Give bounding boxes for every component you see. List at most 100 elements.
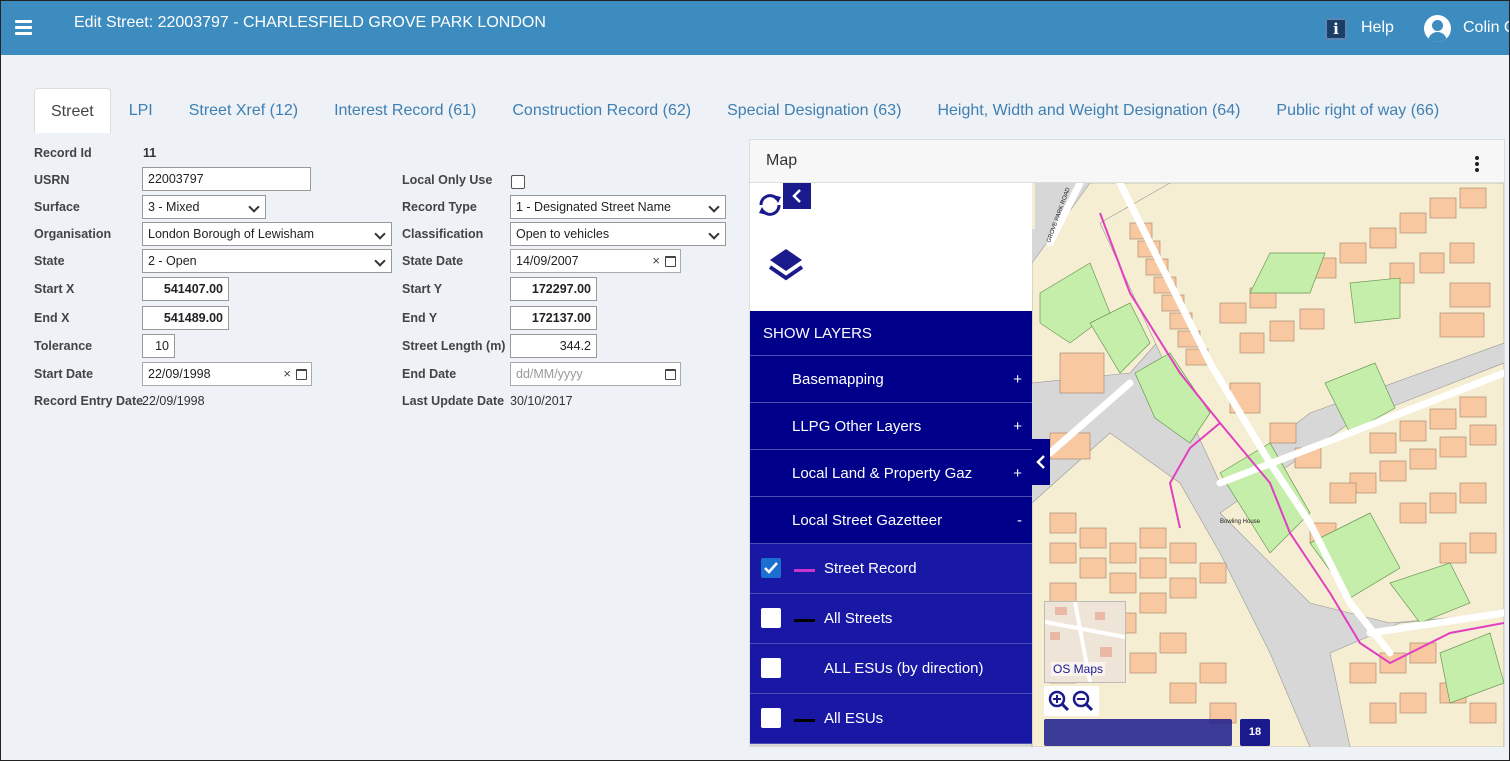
tab-public-right-of-way[interactable]: Public right of way (66) <box>1258 88 1457 133</box>
chevron-down-icon <box>708 201 720 213</box>
state-date-picker[interactable]: 14/09/2007 × <box>510 249 681 273</box>
tolerance-label: Tolerance <box>34 339 93 353</box>
tab-height-width-weight[interactable]: Height, Width and Weight Designation (64… <box>919 88 1258 133</box>
organisation-select[interactable]: London Borough of Lewisham <box>142 222 392 246</box>
layer-label: Street Record <box>824 560 917 577</box>
map-canvas[interactable]: GROVE PARK ROAD Bowling House SHOW LAYER… <box>750 183 1504 747</box>
last-update-date-label: Last Update Date <box>402 394 505 408</box>
scale-bar <box>1044 719 1232 746</box>
user-name[interactable]: Colin C <box>1463 19 1509 37</box>
zoom-in-icon[interactable] <box>1048 690 1070 712</box>
map-title: Map <box>766 152 798 169</box>
layer-label: All ESUs <box>824 710 884 727</box>
surface-select[interactable]: 3 - Mixed <box>142 195 266 219</box>
tab-construction-record[interactable]: Construction Record (62) <box>494 88 709 133</box>
map-header: Map <box>750 140 1504 183</box>
classification-value: Open to vehicles <box>516 227 610 241</box>
top-bar: Edit Street: 22003797 - CHARLESFIELD GRO… <box>1 1 1509 55</box>
layer-swatch <box>794 719 815 722</box>
info-icon[interactable]: i <box>1325 18 1347 40</box>
record-entry-date-label: Record Entry Date <box>34 394 144 408</box>
user-avatar-icon[interactable] <box>1424 15 1451 42</box>
layers-icon[interactable] <box>766 245 806 285</box>
show-layers-header[interactable]: SHOW LAYERS <box>750 311 1032 356</box>
end-date-picker[interactable]: dd/MM/yyyy <box>510 362 681 386</box>
organisation-label: Organisation <box>34 227 112 241</box>
collapse-icon[interactable]: - <box>1017 512 1022 529</box>
layer-group-label: Local Street Gazetteer <box>792 512 943 529</box>
local-only-use-checkbox[interactable] <box>511 175 525 189</box>
layer-street-record[interactable]: Street Record <box>750 544 1032 594</box>
organisation-value: London Borough of Lewisham <box>148 227 315 241</box>
layer-all-esus[interactable]: All ESUs <box>750 694 1032 744</box>
state-date-value: 14/09/2007 <box>516 254 579 268</box>
tab-street[interactable]: Street <box>34 88 111 133</box>
street-length-input[interactable]: 344.2 <box>510 334 597 358</box>
record-type-select[interactable]: 1 - Designated Street Name <box>510 195 726 219</box>
collapse-toolbar-button[interactable] <box>783 183 811 209</box>
end-x-input[interactable]: 541489.00 <box>142 306 229 330</box>
menu-icon[interactable] <box>15 20 32 38</box>
layer-all-esus-direction[interactable]: ALL ESUs (by direction) <box>750 644 1032 694</box>
map-building-label: Bowling House <box>1220 519 1261 525</box>
local-only-use-label: Local Only Use <box>402 173 493 187</box>
classification-select[interactable]: Open to vehicles <box>510 222 726 246</box>
chevron-down-icon <box>374 255 386 267</box>
show-layers-label: SHOW LAYERS <box>763 325 872 342</box>
clear-icon[interactable]: × <box>283 363 291 385</box>
tab-street-xref[interactable]: Street Xref (12) <box>171 88 316 133</box>
layer-group-llpg-other[interactable]: LLPG Other Layers + <box>750 403 1032 450</box>
last-update-date-value: 30/10/2017 <box>510 394 573 408</box>
chevron-down-icon <box>248 201 260 213</box>
layer-checkbox[interactable] <box>761 708 781 728</box>
state-value: 2 - Open <box>148 254 197 268</box>
help-link[interactable]: Help <box>1361 19 1394 37</box>
classification-label: Classification <box>402 227 484 241</box>
state-label: State <box>34 254 65 268</box>
layer-all-streets[interactable]: All Streets <box>750 594 1032 644</box>
record-tabs: Street LPI Street Xref (12) Interest Rec… <box>34 88 1457 133</box>
usrn-label: USRN <box>34 173 70 187</box>
usrn-input[interactable]: 22003797 <box>142 167 311 191</box>
layer-list: SHOW LAYERS Basemapping + LLPG Other Lay… <box>750 311 1032 744</box>
tab-interest-record[interactable]: Interest Record (61) <box>316 88 494 133</box>
start-date-value: 22/09/1998 <box>148 367 211 381</box>
chevron-left-icon <box>792 189 801 203</box>
start-date-label: Start Date <box>34 367 94 381</box>
end-y-input[interactable]: 172137.00 <box>510 306 597 330</box>
zoom-out-icon[interactable] <box>1072 690 1094 712</box>
layer-panel-header <box>750 183 1032 311</box>
basemap-switcher[interactable]: OS Maps <box>1044 601 1126 683</box>
start-x-input[interactable]: 541407.00 <box>142 277 229 301</box>
start-x-label: Start X <box>34 282 75 296</box>
map-panel: Map GROVE PARK ROAD Bowling House SHOW L… <box>749 139 1505 747</box>
more-options-icon[interactable] <box>1475 156 1479 174</box>
zoom-level-badge: 18 <box>1240 719 1270 746</box>
record-type-value: 1 - Designated Street Name <box>516 200 671 214</box>
layer-group-local-land-property[interactable]: Local Land & Property Gaz + <box>750 450 1032 497</box>
tab-special-designation[interactable]: Special Designation (63) <box>709 88 919 133</box>
layer-swatch <box>794 569 815 572</box>
calendar-icon[interactable] <box>665 256 676 267</box>
record-entry-date-value: 22/09/1998 <box>142 394 205 408</box>
layer-group-basemapping[interactable]: Basemapping + <box>750 356 1032 403</box>
expand-icon[interactable]: + <box>1013 371 1022 388</box>
expand-icon[interactable]: + <box>1013 465 1022 482</box>
tab-lpi[interactable]: LPI <box>111 88 171 133</box>
refresh-icon[interactable] <box>756 191 784 219</box>
clear-icon[interactable]: × <box>652 250 660 272</box>
start-y-input[interactable]: 172297.00 <box>510 277 597 301</box>
layer-checkbox[interactable] <box>761 608 781 628</box>
calendar-icon[interactable] <box>296 369 307 380</box>
calendar-icon[interactable] <box>665 369 676 380</box>
minimap-label: OS Maps <box>1051 662 1106 676</box>
state-select[interactable]: 2 - Open <box>142 249 392 273</box>
collapse-layers-button[interactable] <box>1032 439 1050 485</box>
tolerance-input[interactable]: 10 <box>142 334 175 358</box>
layer-checkbox[interactable] <box>761 658 781 678</box>
layer-group-local-street-gazetteer[interactable]: Local Street Gazetteer - <box>750 497 1032 544</box>
layer-checkbox[interactable] <box>761 558 781 578</box>
start-date-picker[interactable]: 22/09/1998 × <box>142 362 312 386</box>
expand-icon[interactable]: + <box>1013 418 1022 435</box>
record-id-value: 11 <box>143 146 157 160</box>
